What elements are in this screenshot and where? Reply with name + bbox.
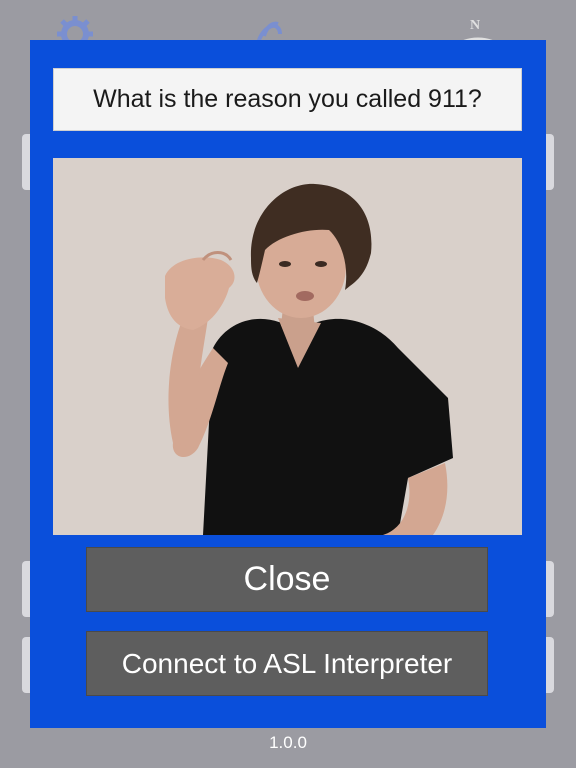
close-button[interactable]: Close: [86, 547, 488, 612]
signer-illustration: [53, 158, 522, 535]
asl-signer-video[interactable]: [53, 158, 522, 535]
version-label: 1.0.0: [269, 733, 307, 752]
compass-letter: N: [470, 18, 480, 33]
connect-asl-interpreter-button[interactable]: Connect to ASL Interpreter: [86, 631, 488, 696]
question-text: What is the reason you called 911?: [53, 68, 522, 131]
asl-question-modal: What is the reason you called 911? Close…: [30, 40, 546, 728]
